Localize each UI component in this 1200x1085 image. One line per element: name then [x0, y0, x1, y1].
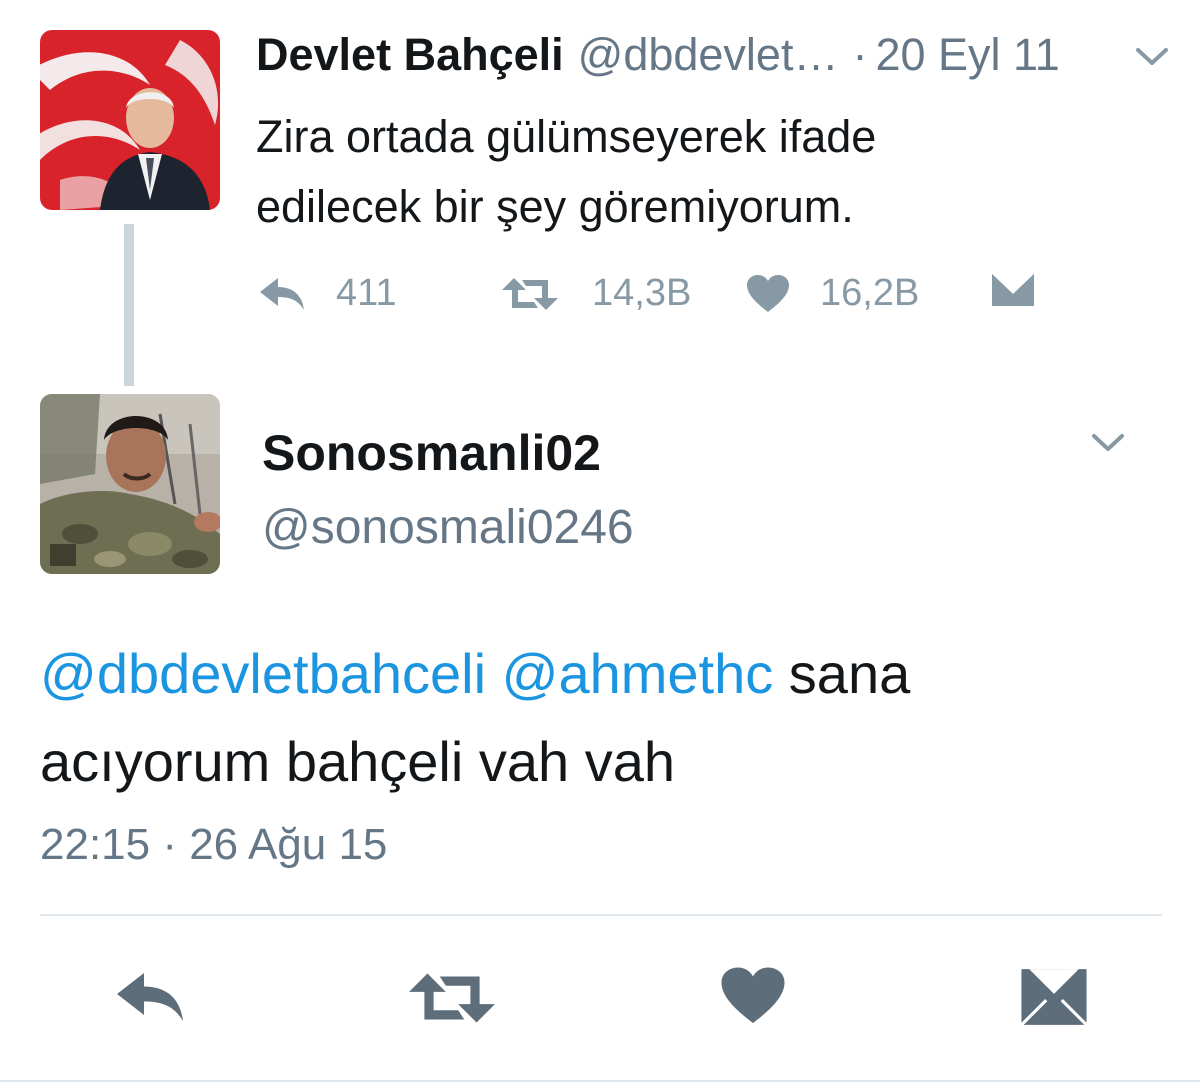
parent-text-line: edilecek bir şey göremiyorum.: [256, 181, 854, 232]
retweet-count: 14,3B: [592, 272, 692, 314]
mention-link[interactable]: @ahmethc: [502, 642, 774, 705]
reply-button[interactable]: [112, 970, 188, 1024]
reply-count: 411: [336, 272, 397, 314]
reply-timestamp: 22:15 · 26 Ağu 15: [40, 820, 388, 869]
reply-display-name[interactable]: Sonosmanli02: [262, 424, 601, 482]
reply-text-line: acıyorum bahçeli vah vah: [40, 730, 676, 793]
envelope-icon: [990, 272, 1036, 308]
parent-tweet-header: Devlet Bahçeli @dbdevlet… · 20 Eyl 11: [256, 29, 1060, 81]
direct-message-button[interactable]: [990, 272, 1036, 308]
reply-avatar[interactable]: [40, 394, 220, 574]
retweet-button[interactable]: 14,3B: [500, 272, 691, 315]
parent-tweet-text: Zira ortada gülümseyerek ifade edilecek …: [256, 102, 1116, 242]
parent-handle[interactable]: @dbdevlet…: [578, 29, 839, 81]
like-count: 16,2B: [820, 272, 920, 314]
chevron-down-icon[interactable]: [1134, 46, 1170, 68]
retweet-icon: [500, 276, 560, 312]
envelope-icon: [1018, 966, 1090, 1028]
reply-text-fragment: sana: [788, 642, 911, 705]
reply-arrow-icon: [112, 970, 188, 1024]
bottom-border: [0, 1080, 1200, 1082]
reply-button[interactable]: 411: [258, 272, 397, 315]
like-button[interactable]: [720, 966, 786, 1026]
parent-text-line: Zira ortada gülümseyerek ifade: [256, 111, 877, 162]
parent-display-name[interactable]: Devlet Bahçeli: [256, 29, 564, 81]
header-separator: ·: [852, 29, 868, 80]
parent-date[interactable]: 20 Eyl 11: [875, 29, 1059, 81]
reply-handle[interactable]: @sonosmali0246: [262, 500, 634, 555]
reply-text-line: @dbdevletbahceli @ahmethc sana: [40, 630, 1160, 718]
heart-icon: [720, 966, 786, 1026]
thread-connector-line: [124, 224, 134, 386]
retweet-icon: [406, 970, 498, 1026]
mention-link[interactable]: @dbdevletbahceli: [40, 642, 486, 705]
heart-icon: [746, 274, 790, 314]
divider: [40, 914, 1162, 916]
chevron-down-icon[interactable]: [1090, 432, 1126, 454]
reply-arrow-icon: [258, 276, 306, 312]
reply-tweet-text: @dbdevletbahceli @ahmethc sana acıyorum …: [40, 630, 1160, 806]
retweet-button[interactable]: [406, 970, 498, 1026]
direct-message-button[interactable]: [1018, 966, 1090, 1028]
like-button[interactable]: 16,2B: [746, 272, 919, 315]
parent-avatar[interactable]: [40, 30, 220, 210]
